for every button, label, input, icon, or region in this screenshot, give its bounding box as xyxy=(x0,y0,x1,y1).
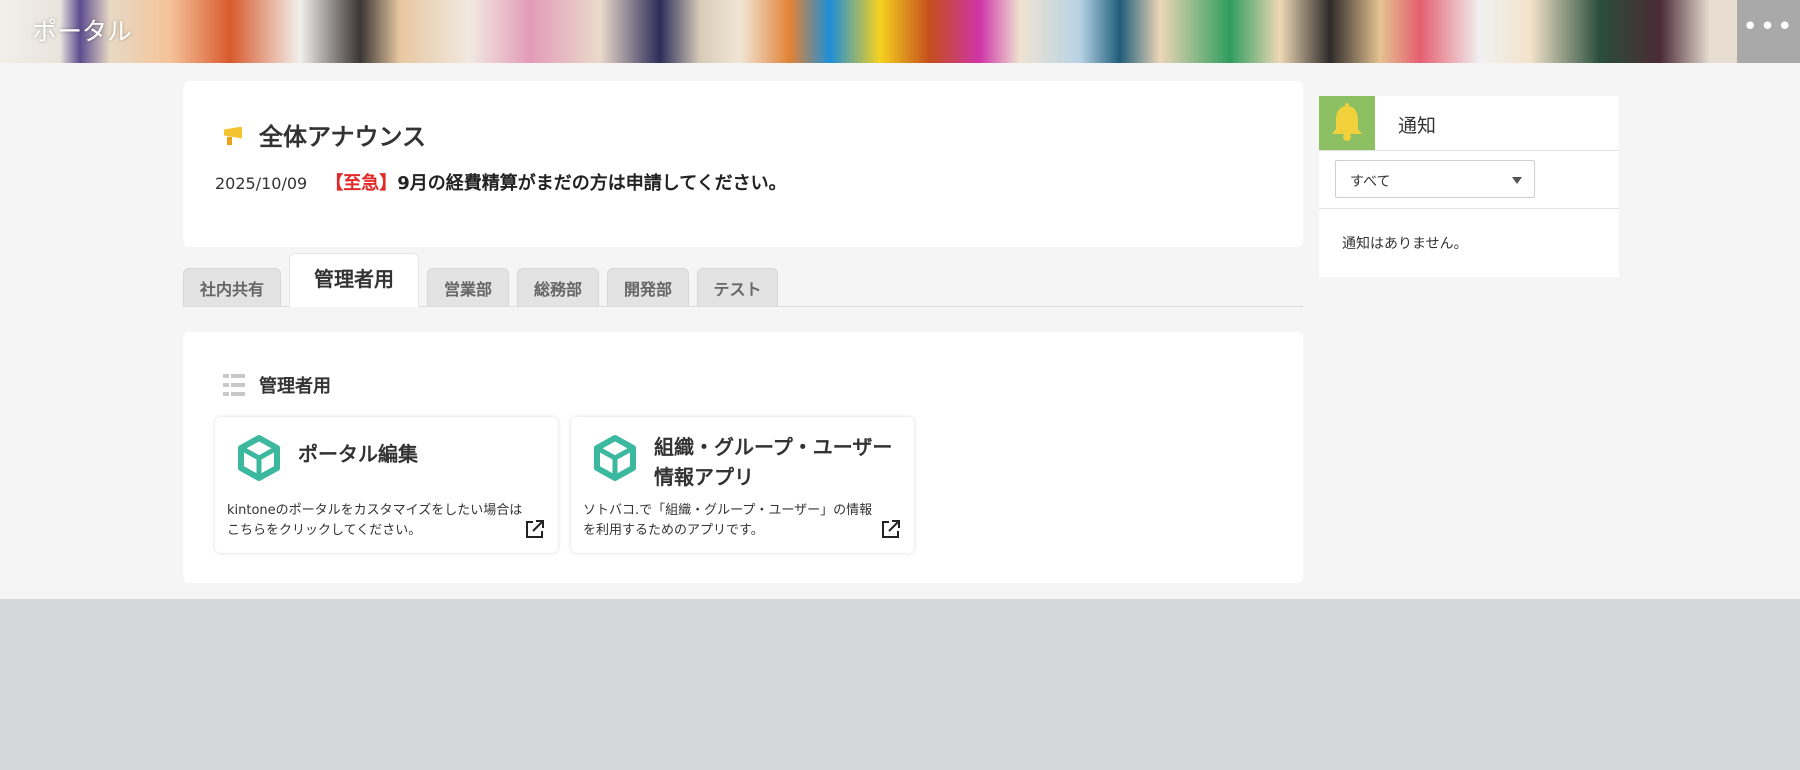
external-link-icon[interactable] xyxy=(881,519,901,539)
announcement-panel: 全体アナウンス 2025/10/09 【至急】 9月の経費精算がまだの方は申請し… xyxy=(183,81,1303,247)
app-description: ソトバコ.で「組織・グループ・ユーザー」の情報を利用するためのアプリです。 xyxy=(583,503,873,538)
apps-header: 管理者用 xyxy=(223,372,331,398)
tab-kaihatsubu[interactable]: 開発部 xyxy=(607,268,689,306)
app-name: 組織・グループ・ユーザー情報アプリ xyxy=(654,435,893,489)
app-cube-icon xyxy=(594,435,636,481)
portal-title: ポータル xyxy=(32,17,133,46)
filter-value: すべて xyxy=(1350,174,1391,190)
announcement-item: 2025/10/09 【至急】 9月の経費精算がまだの方は申請してください。 xyxy=(215,169,787,195)
app-name: ポータル編集 xyxy=(298,442,418,466)
tab-test[interactable]: テスト xyxy=(697,268,778,306)
notification-panel: 通知 すべて 通知はありません。 xyxy=(1319,96,1619,277)
urgent-tag: 【至急】 xyxy=(325,173,398,194)
more-menu-button[interactable]: ••• xyxy=(1737,0,1800,63)
app-card-org-group-user[interactable]: 組織・グループ・ユーザー情報アプリ ソトバコ.で「組織・グループ・ユーザー」の情… xyxy=(571,417,914,553)
notification-title: 通知 xyxy=(1398,115,1437,137)
divider xyxy=(1319,150,1619,151)
tab-somubu[interactable]: 総務部 xyxy=(517,268,599,306)
announcement-title: 全体アナウンス xyxy=(259,123,427,151)
apps-section-title: 管理者用 xyxy=(259,376,331,397)
app-cube-icon xyxy=(238,435,280,481)
divider xyxy=(1319,208,1619,209)
announcement-date: 2025/10/09 xyxy=(215,174,308,193)
megaphone-icon xyxy=(221,124,245,146)
header-banner: ポータル ••• xyxy=(0,0,1800,63)
list-icon xyxy=(223,374,245,396)
tab-kanrisha[interactable]: 管理者用 xyxy=(289,253,419,307)
apps-panel: 管理者用 ポータル編集 kintoneのポータルをカスタマイズをしたい場合はこち… xyxy=(183,332,1303,583)
space-tabs: 社内共有 管理者用 営業部 総務部 開発部 テスト xyxy=(183,253,1303,307)
portal-content: 全体アナウンス 2025/10/09 【至急】 9月の経費精算がまだの方は申請し… xyxy=(0,63,1800,599)
tab-eigyobu[interactable]: 営業部 xyxy=(427,268,509,306)
chevron-down-icon xyxy=(1512,177,1522,184)
app-description: kintoneのポータルをカスタマイズをしたい場合はこちらをクリックしてください… xyxy=(227,503,523,538)
announcement-message: 9月の経費精算がまだの方は申請してください。 xyxy=(397,173,787,194)
notification-filter-select[interactable]: すべて xyxy=(1335,160,1535,198)
announcement-header: 全体アナウンス xyxy=(221,117,426,152)
notification-empty-text: 通知はありません。 xyxy=(1342,236,1468,252)
external-link-icon[interactable] xyxy=(525,519,545,539)
tab-shanai-kyoyu[interactable]: 社内共有 xyxy=(183,268,281,306)
app-card-portal-edit[interactable]: ポータル編集 kintoneのポータルをカスタマイズをしたい場合はこちらをクリッ… xyxy=(215,417,558,553)
bell-icon xyxy=(1319,96,1375,150)
